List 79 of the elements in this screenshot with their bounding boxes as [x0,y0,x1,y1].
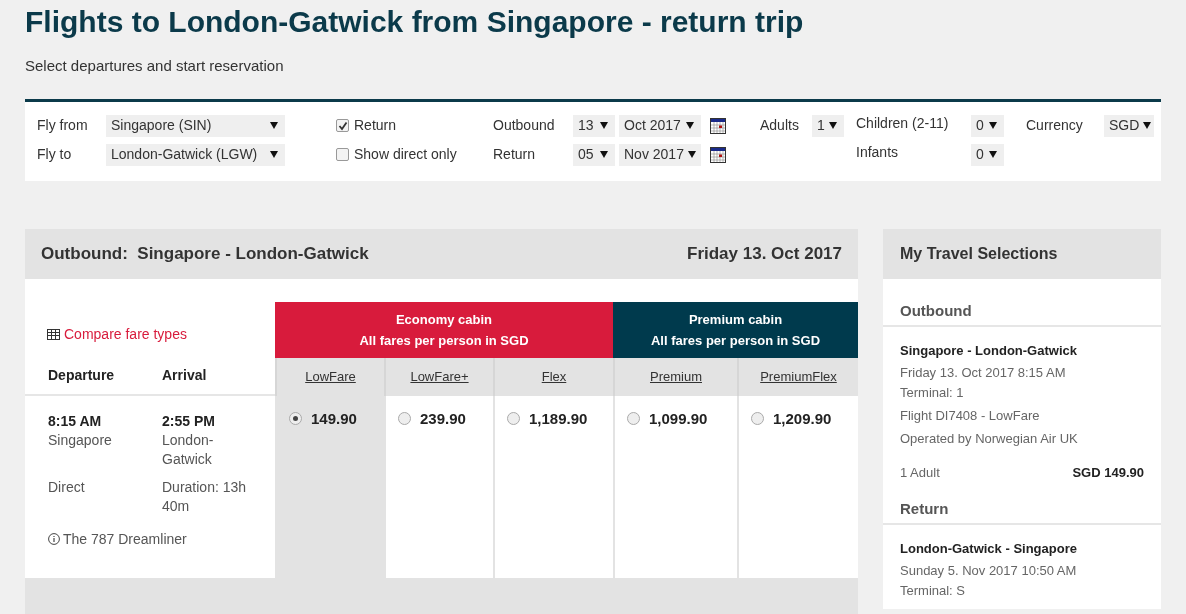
column-heading: Arrival [162,366,207,385]
field-label: Fly to [37,145,73,164]
duration-text: Duration: 13h 40m [162,477,248,516]
month-select[interactable]: Nov 2017 [619,143,701,166]
caret-icon [989,122,997,129]
radio-button[interactable] [627,411,640,425]
section-heading: Return [900,499,949,517]
fare-type-link[interactable]: Flex [541,366,567,387]
fare-price: 1,209.90 [773,408,832,429]
caret-icon [686,122,694,129]
fare-price: 239.90 [420,408,466,429]
radio-button[interactable] [289,411,302,425]
checkbox-label: Return [354,116,397,135]
card-title: Outbound: Singapore - London-Gatwick [41,242,369,265]
fare-price: 1,189.90 [529,408,588,429]
detail-text: Operated by Norwegian Air UK [900,429,1079,448]
month-select[interactable]: Oct 2017 [619,114,701,137]
field-label: Currency [1026,116,1084,135]
page-subtitle: Select departures and start reservation [25,56,285,76]
radio-button[interactable] [398,411,411,425]
destination-select[interactable]: London-Gatwick (LGW) [106,143,285,166]
fare-price: 1,099.90 [649,408,708,429]
detail-text: Terminal: S [900,581,967,600]
field-label: Infants [856,143,900,162]
section-heading: Outbound [900,301,972,319]
caret-icon [270,151,278,158]
page-title: Flights to London-Gatwick from Singapore - return trip [25,4,805,40]
route-text: London-Gatwick - Singapore [900,539,1078,558]
detail-text: Friday 13. Oct 2017 8:15 AM [900,363,1067,382]
aircraft-text: The 787 Dreamliner [63,529,187,549]
field-label: Outbound [493,116,556,135]
arrival-city: London-Gatwick [162,430,215,469]
fare-cell[interactable]: 149.90 [275,395,384,578]
card-date: Friday 13. Oct 2017 [687,242,842,265]
currency-select[interactable]: SGD [1104,114,1154,137]
checkbox[interactable] [336,148,349,161]
cabin-name: Economy cabin [395,310,493,329]
detail-text: Sunday 5. Nov 2017 10:50 AM [900,561,1078,580]
column-heading: Departure [48,366,116,385]
day-select[interactable]: 05 [573,143,615,166]
cabin-subtitle: All fares per person in SGD [359,331,529,350]
calendar-icon[interactable] [710,117,726,134]
adults-select[interactable]: 1 [812,114,844,137]
caret-icon [829,122,837,129]
caret-icon [989,151,997,158]
compare-fares-link[interactable]: Compare fare types [64,324,187,345]
total-price: SGD 149.90 [1072,463,1144,482]
table-icon [47,329,60,340]
caret-icon [600,151,608,158]
radio-button[interactable] [751,411,764,425]
infants-select[interactable]: 0 [971,143,1004,166]
field-label: Return [493,145,537,164]
field-label: Children (2-11) [856,114,950,133]
info-icon [48,533,60,545]
departure-city: Singapore [48,430,113,450]
passenger-count: 1 Adult [900,463,940,482]
children-select[interactable]: 0 [971,114,1004,137]
radio-button[interactable] [507,411,520,425]
fare-price: 149.90 [311,408,357,429]
checkbox-label: Show direct only [354,145,457,164]
panel-title: My Travel Selections [900,243,1058,264]
detail-text: Flight DI7408 - LowFare [900,406,1041,425]
cabin-subtitle: All fares per person in SGD [650,331,820,350]
arrival-time: 2:55 PM [162,411,216,431]
day-select[interactable]: 13 [573,114,615,137]
calendar-icon[interactable] [710,146,726,163]
caret-icon [600,122,608,129]
detail-text: Terminal: 1 [900,383,965,402]
caret-icon [687,151,696,158]
origin-select[interactable]: Singapore (SIN) [106,114,285,137]
field-label: Fly from [37,116,89,135]
route-text: Singapore - London-Gatwick [900,341,1078,360]
stops-text: Direct [48,477,86,497]
checkbox[interactable] [336,119,349,132]
field-label: Adults [760,116,800,135]
caret-icon [270,122,278,129]
cabin-name: Premium cabin [688,310,783,329]
caret-icon [1143,122,1152,129]
departure-time: 8:15 AM [48,411,103,431]
